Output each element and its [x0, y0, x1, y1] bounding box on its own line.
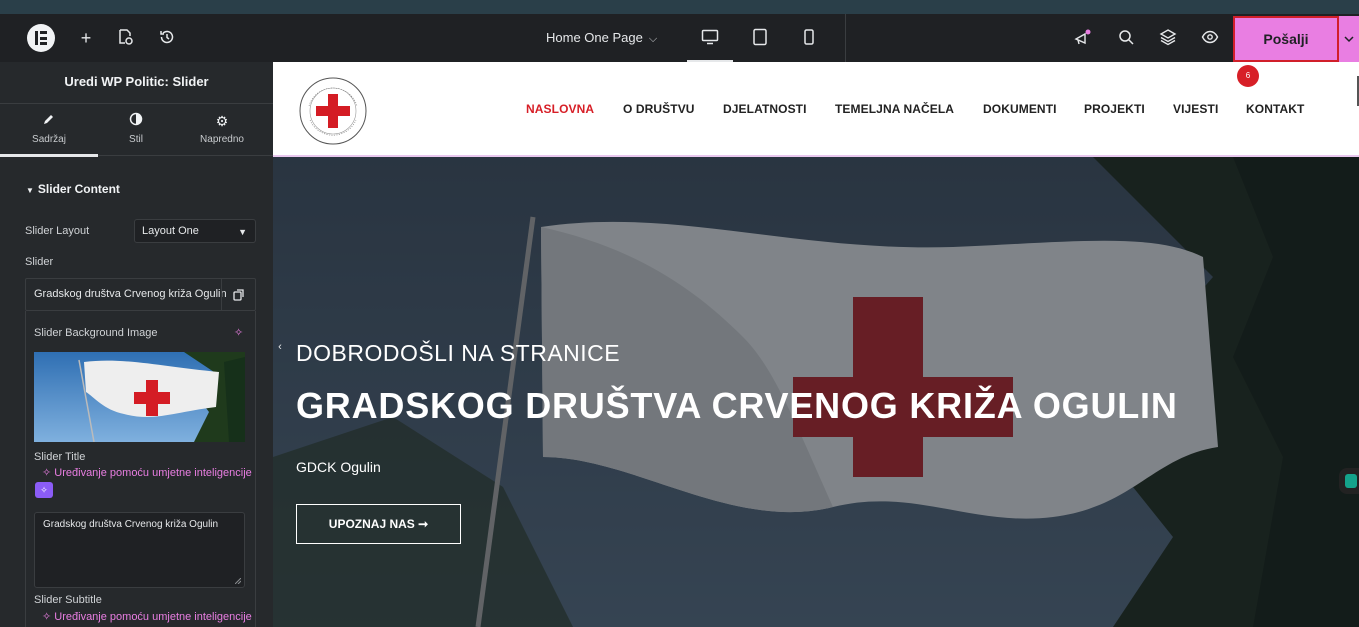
ai-edit-text-2: Uređivanje pomoću umjetne inteligencije [54, 611, 252, 623]
bg-image-thumbnail[interactable] [34, 352, 245, 442]
nav-item-naslovna[interactable]: NASLOVNA [526, 102, 594, 116]
slider-layout-select[interactable]: Layout One ▼ [134, 219, 256, 243]
slider-layout-value: Layout One [142, 225, 199, 237]
floating-chat-icon[interactable] [1339, 468, 1359, 494]
page-name: Home One Page [546, 30, 643, 45]
page-selector[interactable]: Home One Page ⌵ [536, 26, 663, 50]
ai-sparkle-icon[interactable]: ✧ [234, 326, 243, 339]
nav-item-dokumenti[interactable]: DOKUMENTI [983, 102, 1057, 116]
slider-label: Slider [25, 256, 54, 268]
structure-icon[interactable] [115, 28, 135, 48]
site-preview: NASLOVNA O DRUŠTVU DJELATNOSTI TEMELJNA … [273, 62, 1359, 627]
section-toggle[interactable]: ▼ Slider Content [26, 182, 120, 196]
ai-edit-text: Uređivanje pomoću umjetne inteligencije [54, 467, 252, 479]
slider-title-label: Slider Title [34, 451, 86, 463]
caret-down-icon: ▼ [26, 186, 34, 195]
layers-icon[interactable] [1158, 28, 1178, 48]
slider-layout-label: Slider Layout [25, 225, 90, 237]
pencil-icon [0, 112, 98, 130]
contrast-icon [96, 112, 176, 130]
slider-title-value: Gradskog društva Crvenog križa Ogulin [43, 519, 219, 530]
editor-topbar: + Home One Page ⌵ Pošalji [0, 14, 1359, 62]
tab-style-label: Stil [129, 134, 143, 145]
notification-badge: 6 [1237, 65, 1259, 87]
nav-item-projekti[interactable]: PROJEKTI [1084, 102, 1145, 116]
elementor-logo-icon[interactable] [27, 24, 55, 52]
tablet-icon[interactable] [751, 28, 769, 46]
publish-options-chevron-icon[interactable] [1339, 16, 1359, 62]
collapse-panel-icon[interactable]: ‹ [273, 335, 287, 359]
chevron-down-icon: ⌵ [648, 33, 658, 45]
ai-edit-link-2[interactable]: ✧ Uređivanje pomoću umjetne inteligencij… [42, 610, 252, 623]
hero-title: GRADSKOG DRUŠTVA CRVENOG KRIŽA OGULIN [296, 385, 1178, 426]
gear-icon: ⚙ [215, 113, 229, 129]
nav-item-vijesti[interactable]: VIJESTI [1173, 102, 1218, 116]
preview-icon[interactable] [1200, 28, 1220, 48]
whats-new-icon[interactable] [1073, 28, 1093, 48]
panel-tabs: Sadržaj Stil ⚙ Napredno [0, 104, 273, 157]
search-icon[interactable] [1116, 28, 1136, 48]
divider [845, 14, 846, 62]
nav-item-temeljna-nacela[interactable]: TEMELJNA NAČELA [835, 102, 954, 116]
upoznaj-nas-button[interactable]: UPOZNAJ NAS ➞ [296, 504, 461, 544]
tab-content[interactable]: Sadržaj [0, 112, 98, 157]
repeater-item-header[interactable]: Gradskog društva Crvenog križa Ogulin [25, 278, 256, 311]
section-title: Slider Content [37, 182, 120, 196]
duplicate-icon[interactable] [221, 279, 255, 310]
hero-welcome: DOBRODOŠLI NA STRANICE [296, 340, 621, 366]
ai-button[interactable]: ✧ [35, 482, 53, 498]
hero-subtitle: GDCK Ogulin [296, 459, 381, 475]
mobile-icon[interactable] [800, 28, 818, 46]
slider-subtitle-label: Slider Subtitle [34, 594, 102, 606]
history-icon[interactable] [157, 28, 177, 48]
tab-content-label: Sadržaj [32, 134, 66, 145]
tab-style[interactable]: Stil [96, 112, 176, 145]
ai-edit-link[interactable]: ✧ Uređivanje pomoću umjetne inteligencij… [42, 466, 252, 479]
desktop-icon[interactable] [687, 28, 733, 62]
red-cross-logo-icon[interactable] [298, 76, 368, 146]
publish-button[interactable]: Pošalji [1233, 16, 1339, 62]
repeater-item-title: Gradskog društva Crvenog križa Ogulin [34, 288, 227, 300]
bg-image-label: Slider Background Image [34, 327, 158, 339]
browser-strip [0, 0, 1359, 14]
nav-item-djelatnosti[interactable]: DJELATNOSTI [723, 102, 807, 116]
slider-title-textarea[interactable]: Gradskog društva Crvenog križa Ogulin [34, 512, 245, 588]
editor-panel: Uredi WP Politic: Slider Sadržaj Stil ⚙ … [0, 62, 273, 627]
nav-item-kontakt[interactable]: KONTAKT [1246, 102, 1304, 116]
add-icon[interactable]: + [76, 28, 96, 48]
caret-down-icon: ▼ [238, 227, 247, 237]
tab-advanced[interactable]: ⚙ Napredno [182, 112, 262, 145]
hero-slider: DOBRODOŠLI NA STRANICE GRADSKOG DRUŠTVA … [273, 157, 1359, 627]
resize-handle-icon [235, 578, 241, 584]
site-header: NASLOVNA O DRUŠTVU DJELATNOSTI TEMELJNA … [273, 62, 1359, 157]
nav-item-o-drustvu[interactable]: O DRUŠTVU [623, 102, 695, 116]
tab-advanced-label: Napredno [200, 134, 244, 145]
panel-title: Uredi WP Politic: Slider [0, 62, 273, 104]
